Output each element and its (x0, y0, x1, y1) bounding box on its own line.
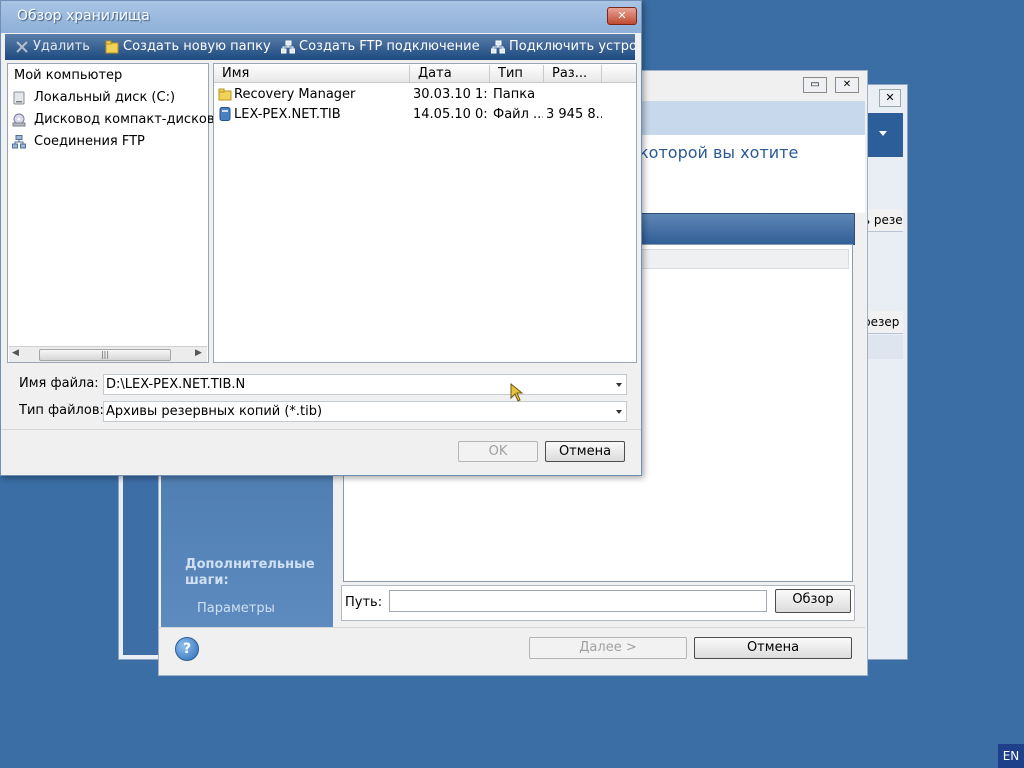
list-row[interactable] (639, 249, 849, 269)
tree-item-label: Соединения FTP (34, 134, 145, 149)
restore-icon[interactable]: ▭ (803, 77, 827, 93)
sidebar-title: Дополнительные шаги: (185, 557, 315, 588)
delete-label: Удалить (33, 39, 90, 54)
column-header-size[interactable]: Раз... (544, 65, 602, 83)
tree-scrollbar[interactable]: ◀ ||| ▶ (9, 346, 207, 362)
column-header-filler (602, 65, 636, 83)
path-label: Путь: (345, 595, 383, 610)
delete-button[interactable]: Удалить (15, 39, 90, 54)
chevron-down-icon[interactable] (616, 383, 622, 387)
create-ftp-label: Создать FTP подключение (299, 39, 480, 54)
ok-button[interactable]: OK (458, 441, 538, 462)
new-folder-label: Создать новую папку (123, 39, 271, 54)
sidebar-item-parameters[interactable]: Параметры (197, 601, 275, 616)
header-strip (863, 113, 903, 157)
browse-storage-dialog: Обзор хранилища ✕ Удалить Создать новую … (0, 0, 642, 476)
create-ftp-button[interactable]: Создать FTP подключение (280, 39, 480, 54)
folder-tree[interactable]: Мой компьютер Локальный диск (C:) Дисков… (7, 63, 215, 363)
disk-icon (12, 91, 26, 105)
new-folder-icon (105, 40, 119, 54)
column-header-date[interactable]: Дата (410, 65, 490, 83)
dialog-title: Обзор хранилища (17, 8, 150, 24)
side-panel (123, 465, 159, 655)
file-date: 14.05.10 0:... (413, 107, 487, 122)
chevron-down-icon[interactable] (879, 131, 887, 136)
file-type: Файл ... (493, 107, 543, 122)
connect-device-label: Подключить устрой (509, 39, 635, 54)
dialog-toolbar: Удалить Создать новую папку Создать FTP … (5, 34, 635, 60)
close-icon[interactable]: ✕ (835, 77, 859, 93)
tree-item-cd-drive[interactable]: Дисковод компакт-дисков (12, 112, 215, 127)
tree-item-local-disk[interactable]: Локальный диск (C:) (12, 90, 175, 105)
close-icon[interactable]: ✕ (607, 7, 637, 25)
filename-combobox[interactable]: D:\LEX-PEX.NET.TIB.N (103, 374, 627, 395)
filename-value: D:\LEX-PEX.NET.TIB.N (106, 377, 246, 392)
archive-file-icon (218, 107, 232, 121)
table-row[interactable]: LEX-PEX.NET.TIB 14.05.10 0:... Файл ... … (214, 105, 634, 125)
close-icon[interactable]: ✕ (879, 89, 901, 107)
wizard-question: которой вы хотите (639, 143, 799, 162)
chevron-down-icon[interactable] (616, 410, 622, 414)
tab-backup-2[interactable]: резер (863, 311, 903, 334)
tree-item-label: Дисковод компакт-дисков (34, 112, 215, 127)
next-button[interactable]: Далее > (529, 637, 687, 659)
network-icon (280, 40, 296, 54)
new-folder-button[interactable]: Создать новую папку (105, 39, 271, 54)
file-name: Recovery Manager (234, 87, 356, 102)
folder-icon (218, 87, 232, 101)
table-row[interactable]: Recovery Manager 30.03.10 1:... Папка (214, 85, 634, 105)
wizard-cancel-button[interactable]: Отмена (694, 637, 852, 659)
file-size: 3 945 8... (546, 107, 602, 122)
cd-drive-icon (12, 113, 26, 127)
tree-root-label: Мой компьютер (14, 68, 123, 83)
list-strip (863, 335, 903, 359)
network-icon (490, 40, 506, 54)
tab-backup-1[interactable]: ь резе (863, 209, 903, 232)
path-input[interactable] (389, 590, 767, 612)
column-header-name[interactable]: Имя (214, 65, 410, 83)
filename-label: Имя файла: (19, 376, 99, 391)
scroll-left-icon[interactable]: ◀ (12, 348, 19, 358)
file-date: 30.03.10 1:... (413, 87, 487, 102)
column-header-type[interactable]: Тип (490, 65, 544, 83)
filetype-value: Архивы резервных копий (*.tib) (106, 404, 323, 419)
mouse-cursor-icon (510, 382, 524, 407)
ftp-icon (12, 134, 26, 149)
tree-item-label: Локальный диск (C:) (34, 90, 176, 105)
file-list[interactable]: Имя Дата Тип Раз... Recovery Manager 30.… (213, 63, 637, 363)
filetype-combobox[interactable]: Архивы резервных копий (*.tib) (103, 401, 627, 422)
file-type: Папка (493, 87, 536, 102)
file-name: LEX-PEX.NET.TIB (234, 107, 341, 122)
scroll-right-icon[interactable]: ▶ (195, 348, 202, 358)
delete-icon (15, 40, 29, 54)
tree-item-my-computer[interactable]: Мой компьютер (14, 68, 122, 83)
language-indicator[interactable]: EN (998, 744, 1024, 768)
divider (1, 429, 641, 430)
dialog-cancel-button[interactable]: Отмена (545, 441, 625, 462)
browse-button[interactable]: Обзор (775, 589, 851, 613)
connect-device-button[interactable]: Подключить устрой (490, 39, 635, 54)
scrollbar-thumb[interactable]: ||| (39, 349, 171, 361)
filetype-label: Тип файлов: (19, 403, 104, 418)
tree-item-ftp[interactable]: Соединения FTP (12, 134, 145, 149)
help-icon[interactable]: ? (175, 637, 199, 661)
